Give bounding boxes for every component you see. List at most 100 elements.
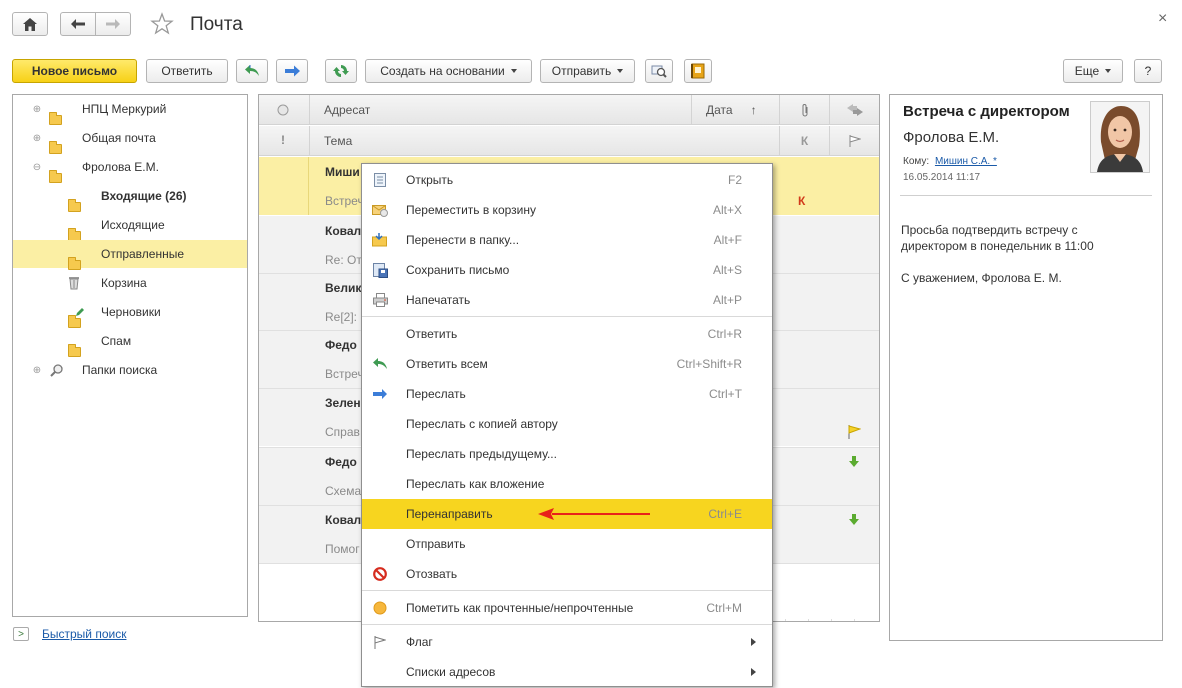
menu-separator (362, 590, 772, 591)
tree-item-trash[interactable]: Корзина (13, 269, 247, 297)
send-label: Отправить (551, 64, 612, 78)
menu-label: Переслать с копией автору (406, 417, 558, 431)
menu-item-redirect[interactable]: Перенаправить Ctrl+E (362, 499, 772, 529)
menu-label: Перенести в папку... (406, 233, 520, 247)
menu-item-print[interactable]: Напечатать Alt+P (362, 285, 772, 315)
menu-label: Переслать как вложение (406, 477, 545, 491)
scroll-down-icon[interactable] (831, 619, 854, 621)
menu-item-mark-read[interactable]: Пометить как прочтенные/непрочтенные Ctr… (362, 593, 772, 623)
col-date[interactable]: Дата ↑ (691, 95, 779, 125)
row-subject: Схема (325, 483, 362, 498)
more-dropdown[interactable]: Еще (1063, 59, 1123, 83)
col-flag[interactable] (829, 126, 879, 156)
page-title: Почта (190, 14, 243, 35)
forward-toolbar-button[interactable] (276, 59, 308, 83)
reply-button[interactable]: Ответить (146, 59, 228, 83)
tree-item-search-folders[interactable]: ⊕ Папки поиска (13, 356, 247, 384)
help-button[interactable]: ? (1134, 59, 1162, 83)
tree-item-npc-merkury[interactable]: ⊕ НПЦ Меркурий (13, 95, 247, 125)
menu-label: Перенаправить (406, 507, 493, 521)
menu-item-reply-all[interactable]: Ответить всем Ctrl+Shift+R (362, 349, 772, 379)
tree-item-drafts[interactable]: Черновики (13, 298, 247, 328)
find-address-button[interactable] (645, 59, 673, 83)
row-addressee: Зелен (325, 396, 361, 410)
menu-label: Ответить всем (406, 357, 488, 371)
menu-item-forward-as-attachment[interactable]: Переслать как вложение (362, 469, 772, 499)
col-k[interactable]: К (779, 126, 829, 156)
col-addressee-label: Адресат (324, 103, 371, 117)
expand-icon[interactable]: ⊕ (31, 133, 43, 144)
expand-icon[interactable]: ⊕ (31, 365, 43, 376)
quick-search-link[interactable]: Быстрый поиск (42, 627, 126, 641)
menu-label: Переслать (406, 387, 466, 401)
close-icon[interactable]: × (1158, 10, 1167, 28)
create-based-label: Создать на основании (380, 64, 505, 78)
forward-nav-button[interactable] (95, 12, 131, 36)
favorite-star-icon[interactable] (150, 12, 174, 36)
tree-item-sent[interactable]: Отправленные (13, 240, 247, 270)
tree-item-frolova[interactable]: ⊖ Фролова Е.М. (13, 153, 247, 183)
sort-asc-icon: ↑ (750, 103, 757, 117)
menu-item-address-lists[interactable]: Списки адресов (362, 657, 772, 687)
tree-item-inbox[interactable]: Входящие (26) (13, 182, 247, 212)
tree-item-common-mail[interactable]: ⊕ Общая почта (13, 124, 247, 154)
menu-label: Флаг (406, 635, 433, 649)
row-subject: Re: От (325, 252, 362, 267)
menu-item-forward-with-copy[interactable]: Переслать с копией автору (362, 409, 772, 439)
col-attachment[interactable] (779, 95, 829, 125)
menu-item-forward[interactable]: Переслать Ctrl+T (362, 379, 772, 409)
tree-item-label: Общая почта (82, 131, 156, 145)
tree-item-label: Корзина (101, 276, 147, 290)
trash-move-icon (372, 202, 388, 218)
preview-body-line-2: директором в понедельник в 11:00 (901, 239, 1094, 253)
menu-shortcut: Ctrl+E (708, 507, 742, 521)
save-icon (372, 262, 388, 278)
menu-item-reply[interactable]: Ответить Ctrl+R (362, 319, 772, 349)
expand-icon[interactable]: ⊕ (31, 104, 43, 115)
menu-shortcut: Ctrl+T (709, 387, 742, 401)
preview-panel: Встреча с директором Фролова Е.М. Кому: … (889, 94, 1163, 641)
quick-search-toggle[interactable]: > (13, 627, 29, 641)
refresh-button[interactable] (325, 59, 357, 83)
col-forwarded[interactable] (829, 95, 879, 125)
scroll-top-icon[interactable] (785, 619, 808, 621)
row-lead-cell (259, 186, 309, 215)
tree-item-spam[interactable]: Спам (13, 327, 247, 357)
row-subject: Помог (325, 541, 360, 556)
back-button[interactable] (60, 12, 96, 36)
scroll-bottom-icon[interactable] (854, 619, 877, 621)
tree-item-label: Спам (101, 334, 132, 348)
tree-item-outbox[interactable]: Исходящие (13, 211, 247, 241)
col-subject[interactable]: Тема (309, 126, 779, 156)
menu-item-move-to-folder[interactable]: Перенести в папку... Alt+F (362, 225, 772, 255)
menu-item-flag[interactable]: Флаг (362, 627, 772, 657)
menu-item-recall[interactable]: Отозвать (362, 559, 772, 589)
chevron-down-icon (1105, 69, 1112, 73)
preview-to-line: Кому: Мишин С.А. * (903, 156, 997, 167)
reply-all-toolbar-button[interactable] (236, 59, 268, 83)
address-search-icon (651, 65, 667, 78)
menu-item-forward-previous[interactable]: Переслать предыдущему... (362, 439, 772, 469)
new-letter-button[interactable]: Новое письмо (12, 59, 137, 83)
menu-item-send[interactable]: Отправить (362, 529, 772, 559)
home-button[interactable] (12, 12, 48, 36)
arrow-left-icon (71, 19, 85, 29)
send-dropdown[interactable]: Отправить (540, 59, 635, 83)
menu-label: Отправить (406, 537, 466, 551)
recall-icon (372, 566, 388, 582)
tree-item-label: Входящие (26) (101, 189, 187, 203)
menu-shortcut: Alt+P (712, 293, 742, 307)
menu-item-move-to-trash[interactable]: Переместить в корзину Alt+X (362, 195, 772, 225)
col-subject-label: Тема (324, 134, 353, 148)
scroll-up-icon[interactable] (808, 619, 831, 621)
to-recipient-link[interactable]: Мишин С.А. * (935, 156, 997, 167)
create-based-dropdown[interactable]: Создать на основании (365, 59, 532, 83)
menu-item-open[interactable]: Открыть F2 (362, 165, 772, 195)
tree-item-label: Отправленные (101, 247, 185, 261)
download-arrow-icon (849, 456, 859, 467)
download-arrow-icon (849, 514, 859, 525)
col-addressee[interactable]: Адресат (309, 95, 691, 125)
menu-item-save-letter[interactable]: Сохранить письмо Alt+S (362, 255, 772, 285)
address-book-button[interactable] (684, 59, 712, 83)
collapse-icon[interactable]: ⊖ (31, 162, 43, 173)
